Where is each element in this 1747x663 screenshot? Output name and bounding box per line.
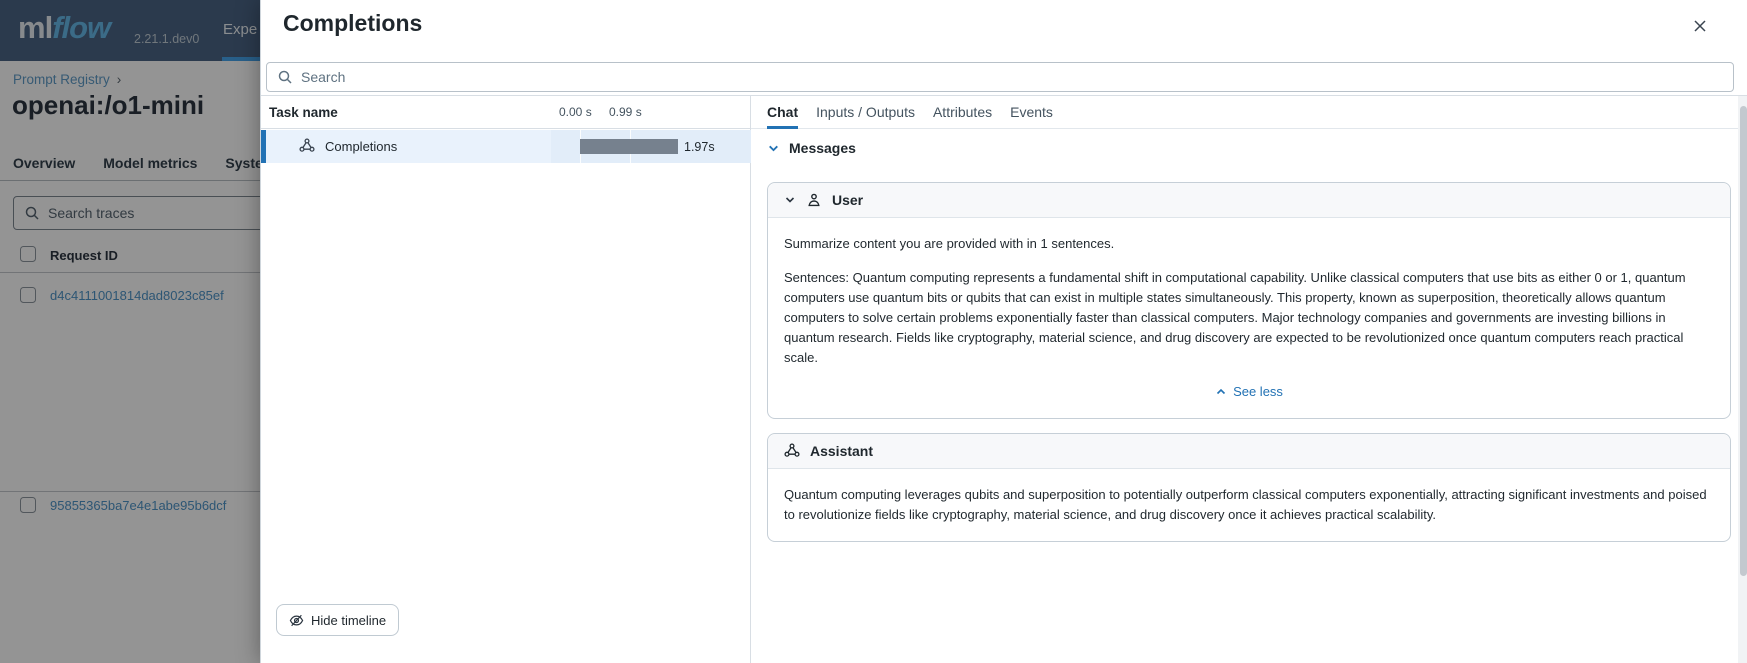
- task-name-column-header: Task name: [269, 105, 338, 120]
- messages-section-toggle[interactable]: Messages: [767, 140, 856, 156]
- user-message-card: User Summarize content you are provided …: [767, 182, 1731, 419]
- message-paragraph: Quantum computing leverages qubits and s…: [784, 485, 1714, 525]
- scrollbar-track: [1738, 96, 1747, 663]
- user-message-body: Summarize content you are provided with …: [768, 218, 1730, 418]
- see-less-label: See less: [1233, 382, 1283, 402]
- duration-bar: [580, 139, 678, 154]
- assistant-message-card: Assistant Quantum computing leverages qu…: [767, 433, 1731, 542]
- tab-attributes[interactable]: Attributes: [933, 96, 992, 128]
- timeline-tick: 0.00 s: [559, 105, 592, 119]
- chevron-up-icon: [1215, 386, 1227, 398]
- timeline-tick: 0.99 s: [609, 105, 642, 119]
- span-row-completions[interactable]: Completions 1.97s: [261, 130, 750, 163]
- duration-label: 1.97s: [684, 140, 715, 154]
- chevron-down-icon: [784, 194, 796, 206]
- trace-search-input[interactable]: [301, 69, 1723, 85]
- message-paragraph: Sentences: Quantum computing represents …: [784, 268, 1714, 368]
- hide-timeline-button[interactable]: Hide timeline: [276, 604, 399, 636]
- assistant-message-header[interactable]: Assistant: [768, 434, 1730, 469]
- tab-inputs-outputs[interactable]: Inputs / Outputs: [816, 96, 915, 128]
- chevron-down-icon: [767, 142, 780, 155]
- close-icon: [1692, 18, 1708, 34]
- see-less-toggle[interactable]: See less: [784, 382, 1714, 402]
- user-icon: [806, 192, 822, 208]
- model-span-icon: [299, 138, 315, 154]
- tab-chat[interactable]: Chat: [767, 96, 798, 128]
- assistant-message-body: Quantum computing leverages qubits and s…: [768, 469, 1730, 541]
- span-name: Completions: [325, 139, 397, 154]
- eye-off-icon: [289, 613, 304, 628]
- message-role-label: Assistant: [810, 443, 873, 459]
- hide-timeline-label: Hide timeline: [311, 613, 386, 628]
- message-role-label: User: [832, 192, 863, 208]
- timeline-header: Task name 0.00 s 0.99 s: [261, 96, 750, 129]
- close-button[interactable]: [1685, 11, 1715, 41]
- detail-tabs: Chat Inputs / Outputs Attributes Events: [751, 96, 1738, 129]
- modal-title: Completions: [283, 10, 422, 37]
- tab-events[interactable]: Events: [1010, 96, 1053, 128]
- user-message-header[interactable]: User: [768, 183, 1730, 218]
- scrollbar-thumb[interactable]: [1740, 106, 1747, 576]
- model-icon: [784, 443, 800, 459]
- message-paragraph: Summarize content you are provided with …: [784, 234, 1714, 254]
- search-icon: [277, 69, 293, 85]
- trace-search-box[interactable]: [266, 62, 1734, 92]
- messages-section-label: Messages: [789, 140, 856, 156]
- chat-pane: Chat Inputs / Outputs Attributes Events …: [751, 96, 1738, 663]
- timeline-pane: Task name 0.00 s 0.99 s Completions 1.97…: [261, 96, 751, 663]
- trace-detail-modal: Completions Task name 0.00 s 0.99 s: [260, 0, 1747, 663]
